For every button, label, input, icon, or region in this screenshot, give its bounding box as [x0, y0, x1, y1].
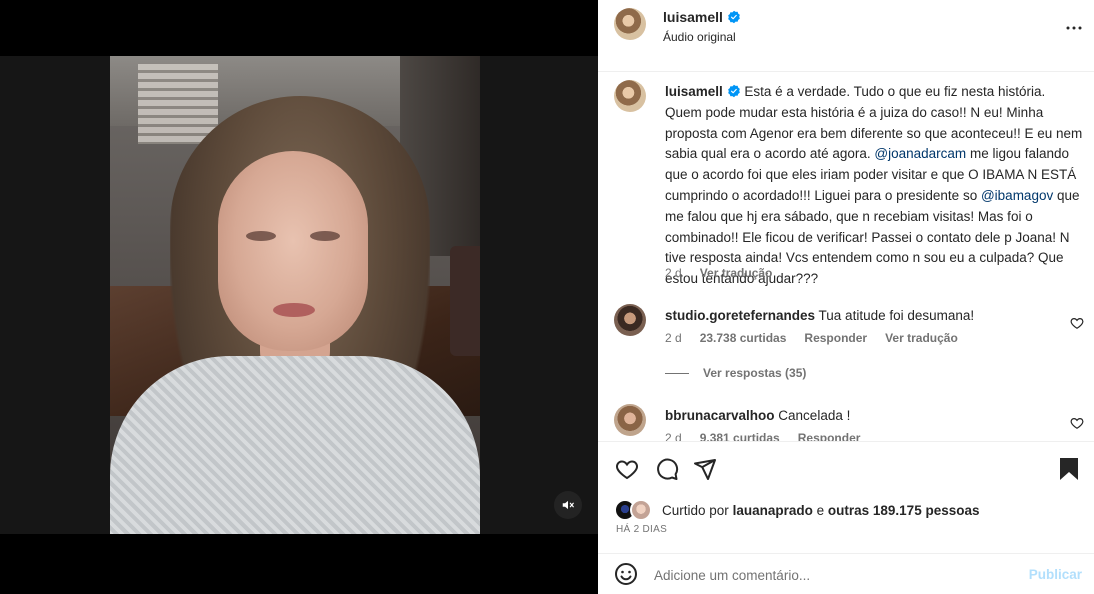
commenter-username[interactable]: bbrunacarvalhoo [665, 408, 775, 423]
author-avatar[interactable] [614, 8, 646, 40]
comment-input[interactable] [654, 564, 1014, 586]
commenter-avatar[interactable] [614, 404, 646, 436]
post-header: luisamell Áudio original [598, 0, 1094, 72]
commenter-username[interactable]: studio.goretefernandes [665, 308, 815, 323]
comment-text: bbrunacarvalhoo Cancelada ! [665, 408, 850, 423]
liker-username[interactable]: lauanaprado [733, 503, 813, 518]
comment-time[interactable]: 2 d [665, 431, 682, 441]
commenter-avatar[interactable] [614, 304, 646, 336]
comment-time[interactable]: 2 d [665, 331, 682, 345]
translate-link[interactable]: Ver tradução [885, 331, 958, 345]
share-icon [694, 459, 716, 480]
post-actions: Curtido por lauanaprado e outras 189.175… [598, 441, 1094, 553]
video-chair [450, 246, 480, 356]
video-person-eye [310, 231, 340, 241]
media-area [0, 0, 598, 594]
video-person-eye [246, 231, 276, 241]
translate-link[interactable]: Ver tradução [700, 266, 773, 280]
author-username[interactable]: luisamell [663, 9, 723, 25]
replies-divider [665, 372, 689, 374]
comment-meta: 2 d 23.738 curtidas Responder Ver traduç… [665, 331, 958, 345]
verified-badge-icon [728, 10, 740, 24]
reply-button[interactable]: Responder [798, 431, 861, 441]
liker-avatar[interactable] [630, 499, 652, 521]
comment-body: Cancelada ! [778, 408, 851, 423]
more-horizontal-icon [1066, 26, 1082, 30]
add-comment-bar: Publicar [598, 553, 1094, 594]
video-window [138, 64, 218, 144]
comment-icon [657, 458, 679, 480]
comment-likes[interactable]: 9.381 curtidas [700, 431, 780, 441]
muted-speaker-icon [562, 500, 574, 510]
comment-meta: 2 d 9.381 curtidas Responder [665, 431, 860, 441]
mute-toggle-button[interactable] [554, 491, 582, 519]
caption-text: luisamell Esta é a verdade. Tudo o que e… [665, 82, 1085, 290]
likes-text: Curtido por lauanaprado e outras 189.175… [662, 503, 979, 518]
post-date[interactable]: HÁ 2 DIAS [616, 524, 667, 535]
caption-avatar[interactable] [614, 80, 646, 112]
save-button[interactable] [1056, 456, 1082, 482]
comment-text: studio.goretefernandes Tua atitude foi d… [665, 308, 974, 323]
likes-others-link[interactable]: outras 189.175 pessoas [828, 503, 980, 518]
emoji-icon[interactable] [614, 562, 638, 586]
comment-button[interactable] [654, 456, 680, 482]
likes-middle: e [816, 502, 825, 518]
likes-prefix: Curtido por [662, 502, 729, 518]
reel-video[interactable] [110, 56, 480, 534]
comment-likes[interactable]: 23.738 curtidas [700, 331, 787, 345]
mention-link[interactable]: @ibamagov [981, 188, 1053, 203]
video-person-lips [273, 303, 315, 317]
caption-time[interactable]: 2 d [665, 266, 682, 280]
publish-button[interactable]: Publicar [1029, 567, 1082, 582]
heart-icon[interactable] [1070, 416, 1084, 430]
heart-icon [616, 460, 638, 480]
view-replies-label: Ver respostas (35) [703, 366, 807, 380]
audio-label[interactable]: Áudio original [663, 30, 736, 44]
comment-item: bbrunacarvalhoo Cancelada ! 2 d 9.381 cu… [614, 404, 1084, 441]
view-replies-button[interactable]: Ver respostas (35) [665, 366, 806, 380]
post-panel: luisamell Áudio original luisamell Esta [598, 0, 1094, 594]
likes-summary: Curtido por lauanaprado e outras 189.175… [614, 499, 979, 521]
like-button[interactable] [614, 456, 640, 482]
video-person-sweater [110, 356, 480, 534]
reply-button[interactable]: Responder [804, 331, 867, 345]
verified-badge-icon [727, 84, 740, 98]
comment-item: studio.goretefernandes Tua atitude foi d… [614, 304, 1084, 364]
caption-meta: 2 d Ver tradução [665, 266, 772, 280]
heart-icon[interactable] [1070, 316, 1084, 330]
caption-username[interactable]: luisamell [665, 84, 723, 99]
mention-link[interactable]: @joanadarcam [874, 146, 966, 161]
comment-body: Tua atitude foi desumana! [818, 308, 975, 323]
more-options-button[interactable] [1062, 16, 1086, 40]
share-button[interactable] [692, 456, 718, 482]
comments-section[interactable]: luisamell Esta é a verdade. Tudo o que e… [598, 72, 1094, 441]
author-username-row[interactable]: luisamell [663, 9, 741, 25]
bookmark-icon [1060, 458, 1078, 480]
video-person-face [218, 151, 368, 351]
